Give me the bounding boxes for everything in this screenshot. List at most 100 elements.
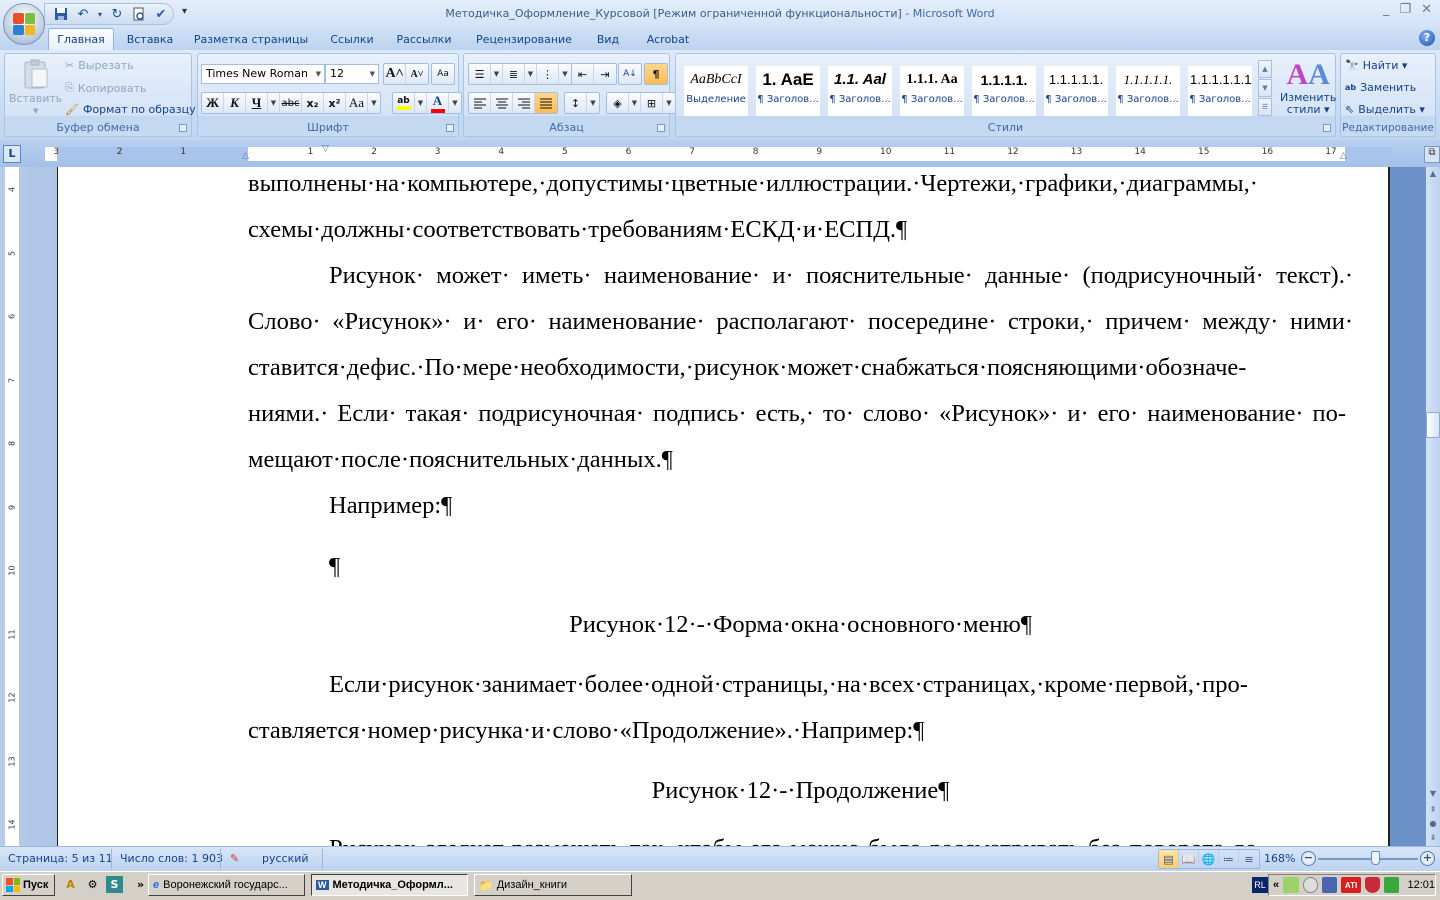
justify-button[interactable]	[535, 93, 557, 113]
font-size-combo[interactable]: 12 ▼	[325, 64, 379, 84]
clear-formatting-button[interactable]: Aa	[432, 64, 454, 84]
tab-insert[interactable]: Вставка	[122, 30, 178, 50]
office-button[interactable]	[3, 3, 45, 45]
previous-page-button[interactable]: ⇞	[1426, 803, 1440, 817]
font-color-button[interactable]: A	[427, 93, 449, 113]
font-color-dropdown-icon[interactable]: ▼	[449, 93, 461, 113]
styles-scroll-up[interactable]: ▲	[1258, 60, 1272, 78]
start-button[interactable]: Пуск	[2, 874, 55, 896]
highlight-button[interactable]: ab	[393, 93, 415, 113]
right-indent-marker[interactable]: △	[1340, 151, 1347, 161]
tab-selector-button[interactable]: L	[3, 145, 21, 163]
safely-remove-hardware-icon[interactable]	[1283, 877, 1299, 893]
select-browse-object-button[interactable]: ●	[1426, 817, 1440, 831]
shading-button[interactable]: ◈	[607, 93, 629, 113]
shrink-font-button[interactable]: A˅	[406, 64, 428, 84]
draft-view-button[interactable]: ≡	[1239, 850, 1259, 868]
zoom-out-button[interactable]: −	[1301, 851, 1316, 866]
quick-launch-s-icon[interactable]: S	[106, 876, 123, 893]
document-page[interactable]: выполнены·на·компьютере,·допустимы·цветн…	[57, 167, 1390, 846]
taskbar-item-word[interactable]: W Методичка_Оформл...	[311, 874, 468, 896]
numbering-dropdown-icon[interactable]: ▼	[525, 64, 537, 84]
font-size-dropdown-icon[interactable]: ▼	[370, 70, 375, 78]
style-tile[interactable]: 1.1. Aal ¶ Заголов...	[828, 66, 892, 116]
page-count-status[interactable]: Страница: 5 из 11	[8, 851, 113, 867]
style-tile[interactable]: 1.1.1.1.1. ¶ Заголов...	[1044, 66, 1108, 116]
tab-references[interactable]: Ссылки	[326, 30, 378, 50]
zoom-slider-thumb[interactable]	[1371, 851, 1380, 865]
proofing-error-icon[interactable]: ✎	[230, 851, 239, 867]
line-spacing-button[interactable]: ↕	[565, 93, 587, 113]
clock[interactable]: 12:01	[1407, 879, 1435, 891]
help-icon[interactable]: ?	[1419, 30, 1435, 46]
language-indicator[interactable]: RL	[1252, 877, 1268, 893]
word-count-status[interactable]: Число слов: 1 903	[120, 851, 223, 867]
style-tile[interactable]: 1.1.1. Aa ¶ Заголов...	[900, 66, 964, 116]
quick-launch-font-icon[interactable]: A	[62, 876, 79, 893]
zoom-level[interactable]: 168%	[1264, 851, 1295, 867]
style-tile[interactable]: 1.1.1.1.1.1 ¶ Заголов...	[1188, 66, 1252, 116]
highlight-dropdown-icon[interactable]: ▼	[415, 93, 427, 113]
restore-button[interactable]: ❐	[1399, 2, 1411, 17]
align-center-button[interactable]	[491, 93, 513, 113]
sort-button[interactable]: А↓	[619, 64, 641, 84]
tray-expand-icon[interactable]: «	[1273, 879, 1279, 891]
close-button[interactable]: ✕	[1421, 2, 1432, 17]
styles-dialog-launcher[interactable]	[1323, 124, 1331, 132]
copy-button[interactable]: ⎘ Копировать	[65, 81, 147, 95]
numbering-button[interactable]: ≣	[503, 64, 525, 84]
borders-dropdown-icon[interactable]: ▼	[663, 93, 675, 113]
align-left-button[interactable]	[469, 93, 491, 113]
disk-icon[interactable]	[1302, 877, 1319, 893]
vertical-ruler[interactable]: 4 5 6 7 8 9 10 11 12 13 14	[5, 167, 19, 846]
underline-button[interactable]: Ч	[246, 93, 268, 113]
hanging-indent-marker[interactable]: △	[242, 151, 249, 161]
taskbar-item-folder[interactable]: 📁 Дизайн_книги	[474, 874, 632, 896]
update-icon[interactable]	[1384, 877, 1400, 893]
language-status[interactable]: русский	[262, 851, 309, 867]
change-styles-button[interactable]: AA Изменить стили ▾	[1280, 58, 1336, 116]
clipboard-dialog-launcher[interactable]	[179, 124, 187, 132]
change-case-button[interactable]: Aa	[346, 93, 368, 113]
tab-review[interactable]: Рецензирование	[472, 30, 576, 50]
tab-mailings[interactable]: Рассылки	[392, 30, 456, 50]
style-tile[interactable]: 1. AaE ¶ Заголов...	[756, 66, 820, 116]
font-name-combo[interactable]: Times New Roman ▼	[201, 64, 325, 84]
tab-acrobat[interactable]: Acrobat	[640, 30, 696, 50]
cut-button[interactable]: ✂ Вырезать	[65, 59, 134, 72]
bullets-button[interactable]: ☰	[469, 64, 491, 84]
horizontal-ruler[interactable]: 3 2 1 1 2 3 4 5 6 7 8 9 10 11 12 13 14 15 16 17 ▽ △ △	[45, 144, 1392, 161]
tab-page-layout[interactable]: Разметка страницы	[192, 30, 310, 50]
paragraph-dialog-launcher[interactable]	[657, 124, 665, 132]
tab-home[interactable]: Главная	[48, 28, 114, 51]
ati-icon[interactable]: ATI	[1341, 877, 1361, 893]
quick-launch-chevron[interactable]: »	[132, 876, 149, 893]
underline-dropdown-icon[interactable]: ▼	[268, 93, 280, 113]
style-tile[interactable]: AaBbCcI Выделение	[684, 66, 748, 116]
split-view-button[interactable]: ⧉	[1424, 146, 1440, 163]
decrease-indent-button[interactable]: ⇤	[572, 64, 594, 84]
format-painter-button[interactable]: 🖌 Формат по образцу	[65, 103, 196, 116]
print-layout-view-button[interactable]: ▤	[1159, 850, 1179, 868]
style-tile[interactable]: 1.1.1.1.1. ¶ Заголов...	[1116, 66, 1180, 116]
change-case-dropdown-icon[interactable]: ▼	[368, 93, 380, 113]
paste-dropdown-icon[interactable]: ▼	[33, 107, 38, 115]
bullets-dropdown-icon[interactable]: ▼	[491, 64, 503, 84]
quick-launch-tool-icon[interactable]: ⚙	[84, 876, 101, 893]
grow-font-button[interactable]: A˄	[384, 64, 406, 84]
superscript-button[interactable]: x²	[324, 93, 346, 113]
font-name-dropdown-icon[interactable]: ▼	[316, 70, 321, 78]
style-tile[interactable]: 1.1.1.1. ¶ Заголов...	[972, 66, 1036, 116]
zoom-in-button[interactable]: +	[1420, 851, 1435, 866]
font-dialog-launcher[interactable]	[446, 124, 454, 132]
shading-dropdown-icon[interactable]: ▼	[629, 93, 641, 113]
full-screen-reading-view-button[interactable]: 📖	[1179, 850, 1199, 868]
show-formatting-marks-button[interactable]: ¶	[645, 64, 667, 84]
scroll-thumb[interactable]	[1426, 412, 1440, 438]
replace-button[interactable]: ab Заменить	[1345, 81, 1416, 94]
first-line-indent-marker[interactable]: ▽	[322, 144, 329, 154]
scroll-up-arrow[interactable]: ▲	[1426, 167, 1440, 181]
borders-button[interactable]: ⊞	[641, 93, 663, 113]
multilevel-list-button[interactable]: ⋮	[537, 64, 559, 84]
next-page-button[interactable]: ⇟	[1426, 831, 1440, 845]
